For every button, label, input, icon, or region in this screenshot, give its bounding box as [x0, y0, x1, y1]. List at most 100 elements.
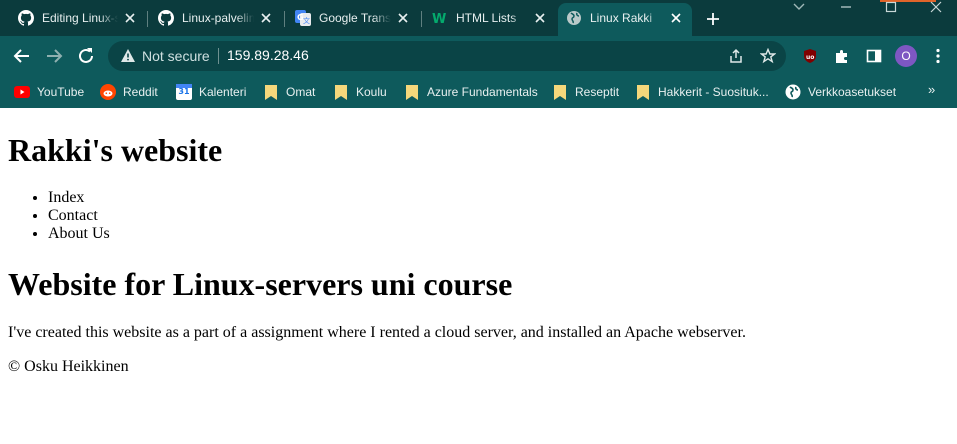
nav-item-index: Index — [48, 189, 110, 207]
close-icon[interactable] — [122, 10, 138, 26]
tab-title: Editing Linux-servers — [42, 11, 118, 25]
folder-icon — [404, 84, 420, 100]
reload-icon — [79, 48, 93, 63]
bookmark-kalenteri[interactable]: 31 Kalenteri — [176, 82, 246, 102]
extensions-button[interactable] — [830, 44, 854, 68]
minimize-button[interactable] — [826, 0, 866, 14]
close-icon — [930, 1, 942, 13]
arrow-left-icon — [13, 49, 29, 63]
github-icon — [18, 10, 34, 26]
ublock-extension-button[interactable]: uo — [798, 44, 822, 68]
bookmark-label: Reseptit — [575, 85, 620, 99]
star-icon[interactable] — [760, 48, 776, 64]
close-icon[interactable] — [395, 10, 411, 26]
bookmark-label: Kalenteri — [199, 85, 247, 99]
bookmark-reseptit[interactable]: Reseptit — [552, 82, 619, 102]
share-icon[interactable] — [728, 48, 744, 64]
reload-button[interactable] — [74, 44, 98, 68]
tab-google-translate[interactable]: G文 Google Translate — [287, 5, 419, 31]
nav-item-contact: Contact — [48, 207, 110, 225]
nav-list: Index Contact About Us — [8, 189, 110, 243]
tab-title: HTML Lists — [456, 11, 517, 25]
youtube-icon — [14, 84, 30, 100]
tab-separator — [421, 11, 422, 27]
bookmarks-bar: YouTube Reddit 31 Kalenteri Omat Koulu A… — [0, 76, 957, 108]
bookmark-hakkerit[interactable]: Hakkerit - Suosituk... — [635, 82, 769, 102]
calendar-badge: 31 — [178, 87, 190, 96]
folder-icon — [552, 84, 568, 100]
profile-button[interactable]: O — [894, 44, 918, 68]
page-title: Rakki's website — [8, 132, 223, 168]
tab-linux-rakki[interactable]: Linux Rakki — [558, 3, 692, 36]
tab-title: Linux-palvelimet — [182, 11, 254, 25]
ublock-icon: uo — [804, 49, 816, 63]
tab-title: Google Translate — [319, 11, 391, 25]
forward-button[interactable] — [42, 44, 66, 68]
tab-title: Linux Rakki — [590, 10, 653, 25]
security-status[interactable]: Not secure — [142, 48, 210, 64]
puzzle-icon — [836, 50, 847, 63]
close-icon[interactable] — [258, 10, 274, 26]
close-window-button[interactable] — [916, 0, 956, 14]
footer-copyright: © Osku Heikkinen — [8, 358, 129, 375]
more-vert-icon — [936, 48, 940, 64]
page-heading: Website for Linux-servers uni course — [8, 266, 513, 302]
close-icon[interactable] — [668, 10, 684, 26]
folder-icon — [333, 84, 349, 100]
tab-search-button[interactable] — [779, 0, 819, 14]
tab-separator — [284, 11, 285, 27]
w3schools-icon: W — [432, 10, 448, 26]
back-button[interactable] — [10, 44, 34, 68]
svg-text:uo: uo — [806, 54, 814, 61]
page-viewport: Rakki's website Index Contact About Us W… — [0, 110, 957, 444]
bookmark-label: Azure Fundamentals — [427, 85, 538, 99]
arrow-right-icon — [47, 49, 63, 63]
github-icon — [158, 10, 174, 26]
google-translate-icon: G文 — [295, 10, 311, 26]
tab-linux-palvelimet[interactable]: Linux-palvelimet — [150, 5, 282, 31]
warning-icon[interactable] — [120, 48, 136, 64]
bookmark-koulu[interactable]: Koulu — [333, 82, 387, 102]
globe-icon — [566, 10, 582, 26]
bookmark-label: Verkkoasetukset — [808, 85, 897, 99]
url-text[interactable]: 159.89.28.46 — [227, 47, 309, 63]
svg-text:W: W — [432, 12, 446, 26]
tab-html-lists[interactable]: W HTML Lists — [424, 5, 556, 31]
tab-separator — [147, 11, 148, 27]
browser-toolbar: Not secure 159.89.28.46 uo O — [0, 36, 957, 76]
folder-icon — [635, 84, 651, 100]
bookmark-label: Omat — [286, 85, 316, 99]
maximize-icon — [885, 1, 897, 13]
bookmark-verkkoasetukset[interactable]: Verkkoasetukset — [785, 82, 896, 102]
bookmark-reddit[interactable]: Reddit — [100, 82, 158, 102]
bookmark-label: Reddit — [123, 85, 158, 99]
side-panel-button[interactable] — [862, 44, 886, 68]
chevron-down-icon — [793, 3, 805, 10]
globe-icon — [785, 84, 801, 100]
side-panel-icon — [866, 49, 882, 63]
bookmark-label: Hakkerit - Suosituk... — [658, 85, 769, 99]
bookmark-label: YouTube — [37, 85, 85, 99]
menu-button[interactable] — [926, 44, 950, 68]
address-bar[interactable]: Not secure 159.89.28.46 — [108, 41, 786, 71]
plus-icon — [707, 13, 719, 25]
profile-initial: O — [901, 49, 911, 63]
bookmark-omat[interactable]: Omat — [263, 82, 315, 102]
bookmarks-overflow-button[interactable]: » — [928, 82, 935, 97]
maximize-button[interactable] — [871, 0, 911, 14]
intro-paragraph: I've created this website as a part of a… — [8, 324, 746, 341]
minimize-icon — [841, 6, 851, 8]
svg-text:文: 文 — [303, 16, 310, 25]
reddit-icon — [100, 84, 116, 100]
tab-strip: Editing Linux-servers Linux-palvelimet G… — [0, 0, 957, 36]
bookmark-azure-fundamentals[interactable]: Azure Fundamentals — [404, 82, 538, 102]
address-divider — [218, 48, 219, 64]
close-icon[interactable] — [532, 10, 548, 26]
bookmark-label: Koulu — [356, 85, 387, 99]
nav-item-about-us: About Us — [48, 225, 110, 243]
new-tab-button[interactable] — [701, 7, 725, 31]
bookmark-youtube[interactable]: YouTube — [14, 82, 84, 102]
calendar-icon: 31 — [176, 84, 192, 100]
tab-editing-linux-servers[interactable]: Editing Linux-servers — [10, 5, 146, 31]
folder-icon — [263, 84, 279, 100]
